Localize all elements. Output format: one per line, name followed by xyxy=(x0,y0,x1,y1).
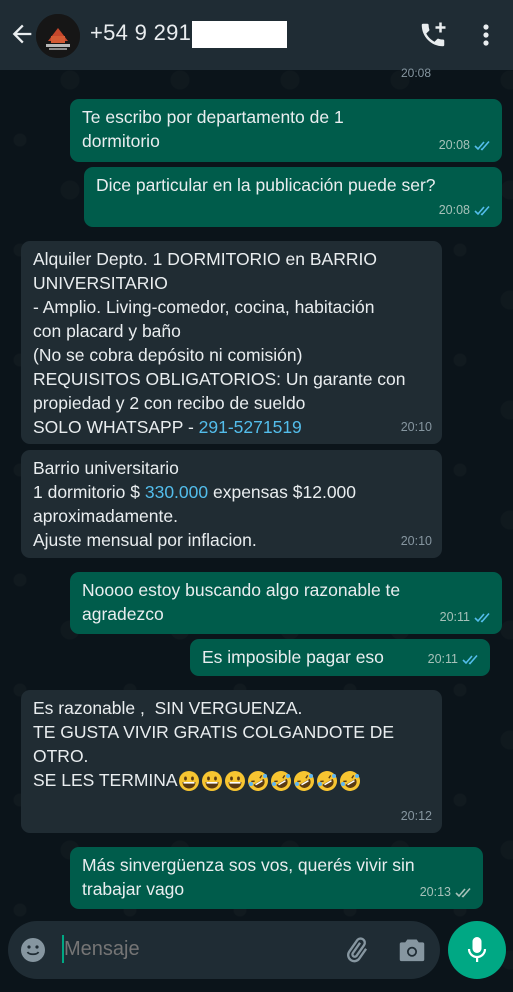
avatar[interactable] xyxy=(36,14,80,58)
emoji-row xyxy=(178,770,361,792)
message-time: 20:13 xyxy=(419,885,451,899)
message-meta: 20:10 xyxy=(401,415,432,439)
read-ticks-icon xyxy=(474,612,490,622)
more-vert-icon[interactable] xyxy=(478,22,494,48)
read-ticks-icon xyxy=(474,140,490,150)
message-text: Barrio universitario 1 dormitorio $ 330.… xyxy=(33,456,432,552)
message-meta: 20:12 xyxy=(401,804,432,828)
message-outgoing[interactable]: Más sinvergüenza sos vos, querés vivir s… xyxy=(70,847,483,909)
message-input-bar xyxy=(8,921,440,979)
read-ticks-icon xyxy=(462,654,478,664)
grinning-emoji-icon xyxy=(201,771,222,792)
grinning-emoji-icon xyxy=(178,771,199,792)
message-meta: 20:11 xyxy=(440,605,492,629)
paperclip-icon[interactable] xyxy=(342,935,370,965)
add-call-icon[interactable] xyxy=(418,20,448,50)
message-text: Noooo estoy buscando algo razonable te a… xyxy=(82,580,401,624)
rofl-emoji-icon xyxy=(247,771,268,792)
message-text-part: Alquiler Depto. 1 DORMITORIO en BARRIO U… xyxy=(33,249,406,437)
message-incoming[interactable]: Barrio universitario 1 dormitorio $ 330.… xyxy=(21,450,442,558)
phone-link[interactable]: 291-5271519 xyxy=(199,417,302,437)
message-outgoing[interactable]: Te escribo por departamento de 1 dormito… xyxy=(70,99,502,162)
rofl-emoji-icon xyxy=(270,771,291,792)
read-ticks-icon xyxy=(474,205,490,215)
message-time: 20:11 xyxy=(427,652,458,666)
grinning-emoji-icon xyxy=(224,771,245,792)
amount-link[interactable]: 330.000 xyxy=(145,482,208,502)
avatar-logo-icon xyxy=(36,14,80,58)
message-time: 20:10 xyxy=(400,420,432,434)
mic-icon xyxy=(467,937,487,962)
message-outgoing[interactable]: Dice particular en la publicación puede … xyxy=(84,167,502,227)
message-time: 20:10 xyxy=(400,534,432,548)
message-time: 20:08 xyxy=(438,203,470,217)
rofl-emoji-icon xyxy=(293,771,314,792)
rofl-emoji-icon xyxy=(316,771,337,792)
emoji-icon[interactable] xyxy=(20,937,46,963)
delivered-ticks-icon xyxy=(455,887,471,897)
message-text: Más sinvergüenza sos vos, querés vivir s… xyxy=(82,855,415,899)
message-outgoing[interactable]: Es imposible pagar eso 20:11 xyxy=(190,639,490,676)
mic-button[interactable] xyxy=(448,921,506,979)
message-time: 20:11 xyxy=(439,610,470,624)
message-text: Te escribo por departamento de 1 dormito… xyxy=(82,107,344,151)
redaction-box xyxy=(192,21,287,48)
message-meta: 20:11 xyxy=(428,647,480,671)
message-meta: 20:13 xyxy=(420,880,473,904)
message-meta: 20:08 xyxy=(439,133,492,157)
message-text: Alquiler Depto. 1 DORMITORIO en BARRIO U… xyxy=(33,247,432,439)
message-incoming[interactable]: Es razonable , SIN VERGUENZA. TE GUSTA V… xyxy=(21,690,442,833)
message-incoming[interactable]: Alquiler Depto. 1 DORMITORIO en BARRIO U… xyxy=(21,241,442,444)
message-meta: 20:10 xyxy=(401,529,432,553)
camera-icon[interactable] xyxy=(398,937,426,963)
arrow-left-icon[interactable] xyxy=(8,20,36,48)
message-outgoing[interactable]: Noooo estoy buscando algo razonable te a… xyxy=(70,572,502,634)
message-text: Dice particular en la publicación puede … xyxy=(96,175,436,195)
rofl-emoji-icon xyxy=(339,771,360,792)
message-input[interactable] xyxy=(64,938,324,961)
message-text: Es razonable , SIN VERGUENZA. TE GUSTA V… xyxy=(33,696,432,792)
message-meta: 20:08 xyxy=(439,198,492,222)
previous-message-time: 20:08 xyxy=(400,66,431,80)
message-time: 20:12 xyxy=(400,809,432,823)
chat-header: +54 9 291 xyxy=(0,0,513,70)
contact-phone[interactable]: +54 9 291 xyxy=(90,20,191,46)
message-time: 20:08 xyxy=(438,138,470,152)
